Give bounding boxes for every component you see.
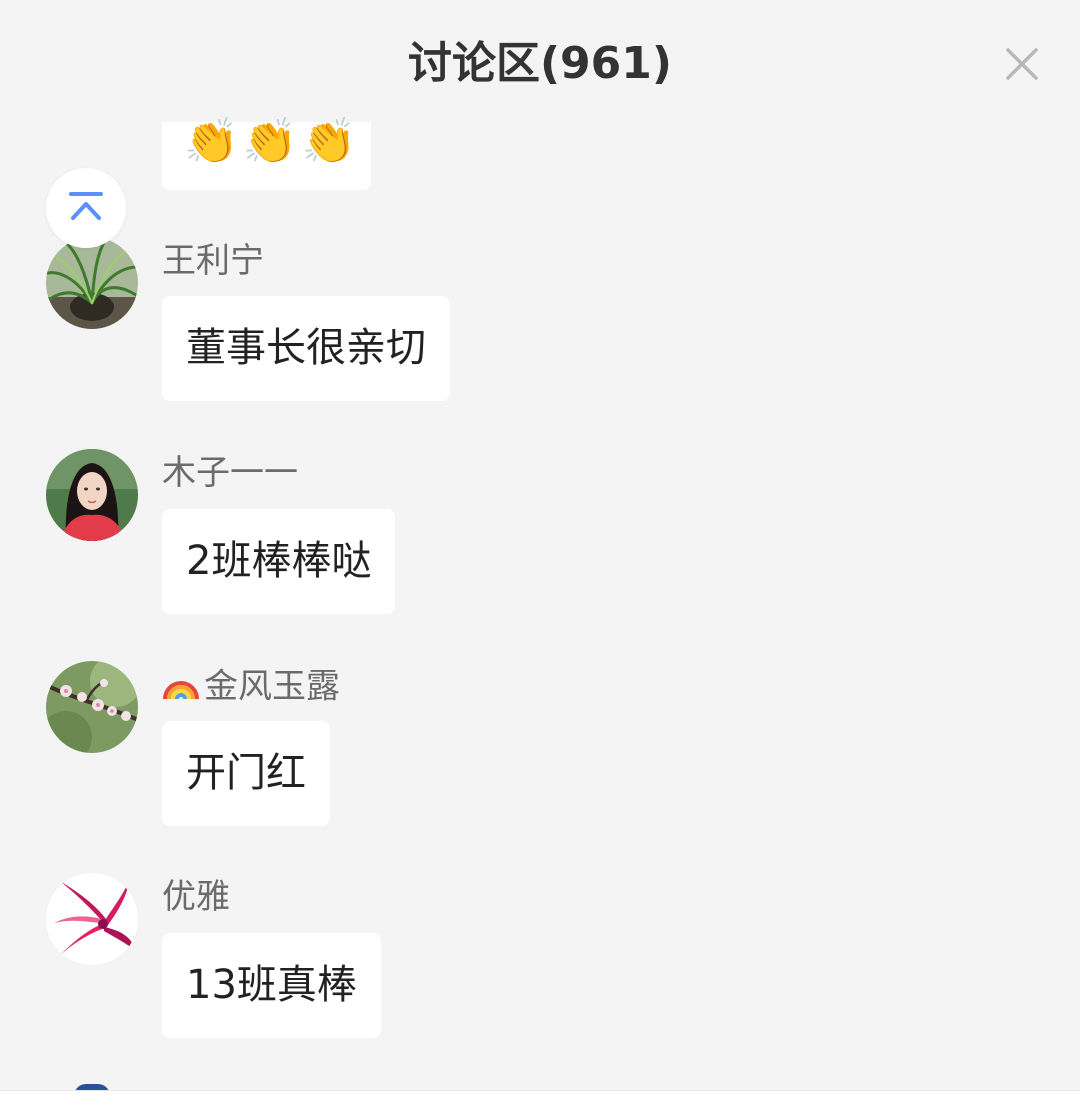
list-item: 金风玉露 开门红 (0, 661, 1080, 861)
clapping-hands-emoji: 👏👏👏 (184, 116, 361, 167)
message-bubble: 13班真棒 (162, 933, 381, 1038)
message-bubble: 开门红 (162, 721, 330, 826)
bottom-input-bar (0, 1090, 1080, 1108)
list-item: 木子一一 2班棒棒哒 (0, 449, 1080, 649)
flower-avatar-image (46, 873, 138, 965)
list-item: 优雅 13班真棒 (0, 873, 1080, 1073)
user-name: 优雅 (162, 877, 230, 917)
user-name: 木子一一 (162, 453, 298, 493)
list-item: 王利宁 董事长很亲切 (0, 237, 1080, 437)
user-name-text: 金风玉露 (204, 666, 340, 707)
plant-avatar-image (46, 237, 138, 329)
avatar[interactable] (46, 449, 138, 541)
avatar[interactable] (46, 661, 138, 753)
avatar[interactable] (46, 873, 138, 965)
message-list[interactable]: 👏👏👏 王利宁 董事长很亲切 木子一一 2班棒棒哒 金风玉露 开门红 优雅 13… (0, 0, 1080, 1090)
message-bubble: 董事长很亲切 (162, 296, 450, 401)
blossom-avatar-image (46, 661, 138, 753)
user-name: 金风玉露 (162, 663, 340, 709)
message-bubble-partial: 👏👏👏 (162, 116, 371, 190)
rainbow-emoji-icon (163, 680, 199, 699)
discussion-panel: 讨论区(961) 👏👏👏 王利宁 董事长很亲切 木子一一 2班棒棒哒 金风玉露 … (0, 0, 1080, 1090)
user-name: 王利宁 (162, 241, 264, 281)
message-bubble: 2班棒棒哒 (162, 509, 396, 614)
scroll-to-top-button[interactable] (46, 168, 126, 248)
woman-avatar-image (46, 449, 138, 541)
arrow-to-top-icon (69, 192, 103, 220)
avatar[interactable] (46, 237, 138, 329)
